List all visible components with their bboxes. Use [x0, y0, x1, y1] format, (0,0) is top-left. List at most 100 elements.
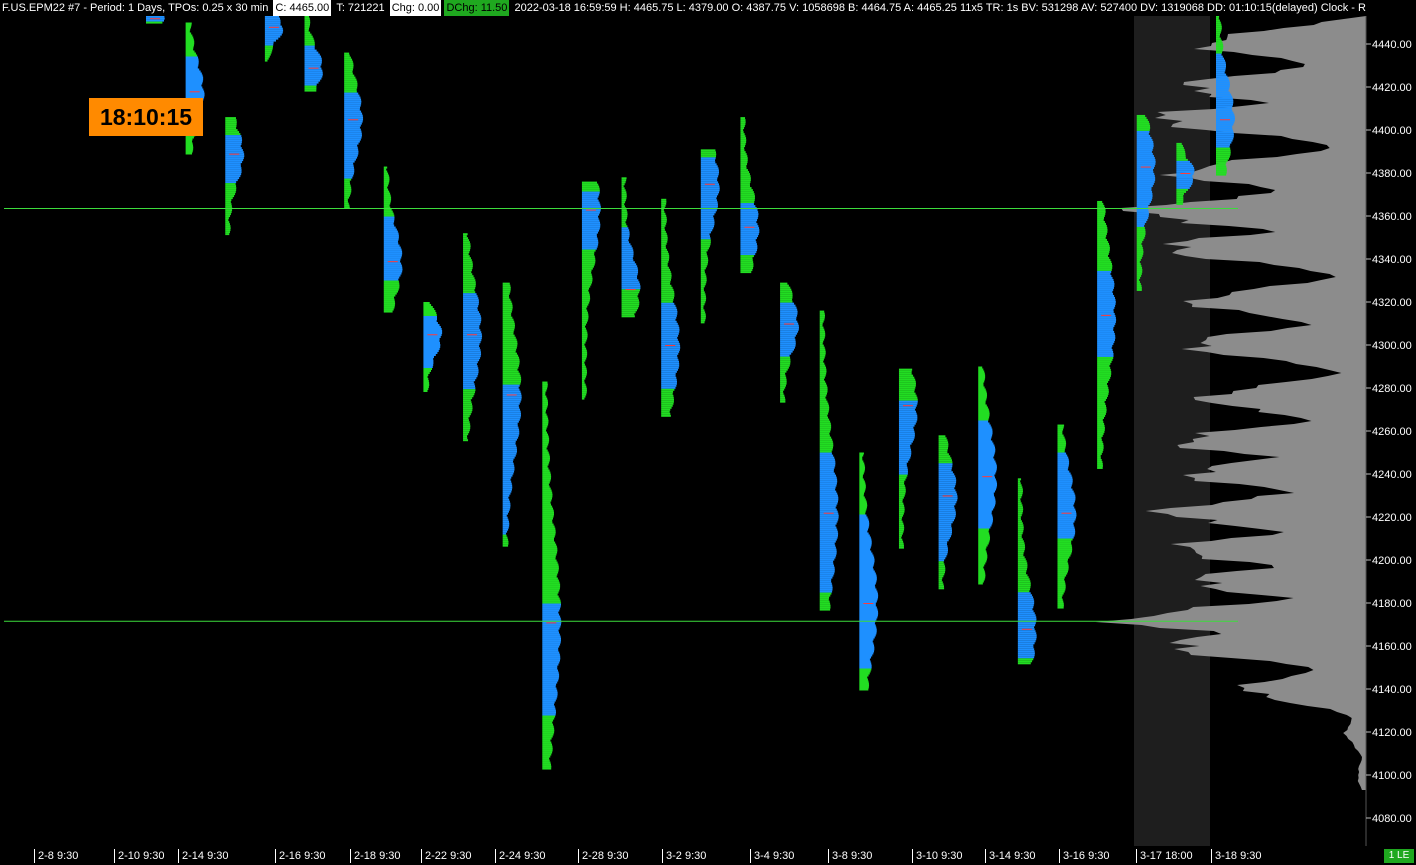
tpo-row [581, 183, 599, 186]
tpo-row [383, 172, 389, 175]
tpo-row [898, 374, 914, 377]
tpo-profile-2-28[interactable] [661, 198, 681, 417]
tpo-profile-2-15[interactable] [344, 52, 364, 209]
tpo-row [661, 310, 678, 313]
tpo-profile-2-16[interactable] [383, 166, 403, 313]
tpo-profile-2-25[interactable] [621, 177, 641, 318]
tpo-row [542, 595, 559, 598]
tpo-row [859, 500, 867, 503]
tpo-row [700, 227, 714, 230]
tpo-row [542, 427, 547, 430]
tpo-row [581, 367, 587, 370]
tpo-row [898, 524, 904, 527]
tpo-row [383, 238, 399, 241]
tpo-row [938, 437, 947, 440]
tpo-profile-2-17[interactable] [423, 302, 443, 392]
tpo-row [938, 489, 956, 492]
tpo-row [423, 388, 429, 390]
tpo-row [700, 213, 715, 216]
tpo-profile-3-9[interactable] [938, 435, 958, 590]
tpo-profile-2-14[interactable] [304, 9, 323, 92]
tpo-row [344, 166, 354, 169]
tpo-row [740, 131, 744, 134]
status-badge[interactable]: 1 LE [1384, 849, 1414, 863]
tpo-row [1057, 506, 1075, 509]
tpo-profile-3-15[interactable] [1097, 200, 1117, 469]
tpo-profile-2-10[interactable] [225, 117, 245, 236]
tpo-profile-3-11[interactable] [1017, 478, 1037, 665]
tpo-row [1097, 284, 1115, 287]
tpo-row [1136, 170, 1154, 173]
tpo-profile-3-7[interactable] [859, 452, 879, 691]
tpo-row [463, 249, 471, 252]
tpo-row [1136, 184, 1153, 187]
tpo-row [1136, 134, 1151, 137]
tpo-row [225, 125, 237, 128]
tpo-profile-3-2[interactable] [740, 117, 760, 274]
tpo-profile-2-11[interactable] [264, 9, 284, 62]
tpo-row [1057, 576, 1065, 579]
tpo-row [383, 246, 401, 249]
tpo-row [859, 568, 874, 571]
tpo-profile-2-24[interactable] [581, 181, 601, 400]
tpo-row [542, 543, 557, 546]
tpo-row [344, 68, 353, 71]
tpo-chart[interactable]: 4080.004100.004120.004140.004160.004180.… [0, 0, 1416, 865]
tpo-row [898, 522, 904, 525]
tpo-row [819, 466, 835, 469]
tpo-profile-2-23[interactable] [542, 381, 562, 770]
tpo-profile-3-4[interactable] [819, 310, 839, 611]
tpo-row [1057, 588, 1066, 591]
tpo-row [1017, 602, 1035, 605]
tpo-profile-3-10[interactable] [978, 366, 998, 585]
tpo-row [978, 400, 986, 403]
tpo-profile-3-14[interactable] [1057, 424, 1077, 609]
tpo-profile-2-18[interactable] [463, 233, 483, 442]
tpo-row [1017, 526, 1024, 529]
tpo-row [819, 344, 824, 347]
tpo-row [819, 562, 834, 565]
tpo-row [581, 267, 593, 270]
tpo-row [502, 478, 511, 481]
tpo-row [383, 280, 399, 283]
tpo-row [1097, 412, 1106, 415]
tpo-row [1057, 498, 1076, 501]
tpo-row [264, 55, 270, 58]
tpo-row [304, 49, 317, 52]
tpo-row [700, 179, 718, 182]
tpo-row [898, 460, 909, 463]
tpo-row [859, 590, 878, 593]
tpo-row [978, 500, 996, 503]
tpo-row [859, 662, 872, 665]
tpo-row [1216, 137, 1234, 140]
tpo-row [463, 285, 476, 288]
tpo-profile-3-8[interactable] [898, 368, 918, 549]
tpo-row [621, 257, 633, 260]
tpo-row [225, 233, 230, 236]
tpo-row [542, 409, 546, 412]
tpo-row [859, 574, 877, 577]
tpo-profile-3-3[interactable] [780, 282, 799, 403]
tpo-row [978, 462, 997, 465]
tpo-row [1017, 622, 1036, 625]
tpo-row [780, 400, 786, 403]
tpo-row [819, 516, 839, 519]
tpo-row [1057, 492, 1075, 495]
tpo-row [700, 161, 716, 164]
tpo-row [542, 675, 560, 678]
tpo-profile-2-22[interactable] [502, 282, 522, 547]
tpo-row [740, 247, 758, 250]
tpo-row [502, 496, 509, 499]
tpo-poc-marker [348, 119, 359, 121]
tpo-row [661, 254, 670, 257]
tpo-row [700, 285, 705, 288]
tpo-row [740, 259, 753, 262]
tpo-row [502, 418, 520, 421]
tpo-row [780, 324, 799, 327]
tpo-row [225, 161, 243, 164]
tpo-row [542, 673, 560, 676]
tpo-row [978, 480, 997, 483]
tpo-row [423, 310, 436, 312]
tpo-row [542, 767, 552, 770]
tpo-profile-3-1[interactable] [700, 149, 720, 324]
